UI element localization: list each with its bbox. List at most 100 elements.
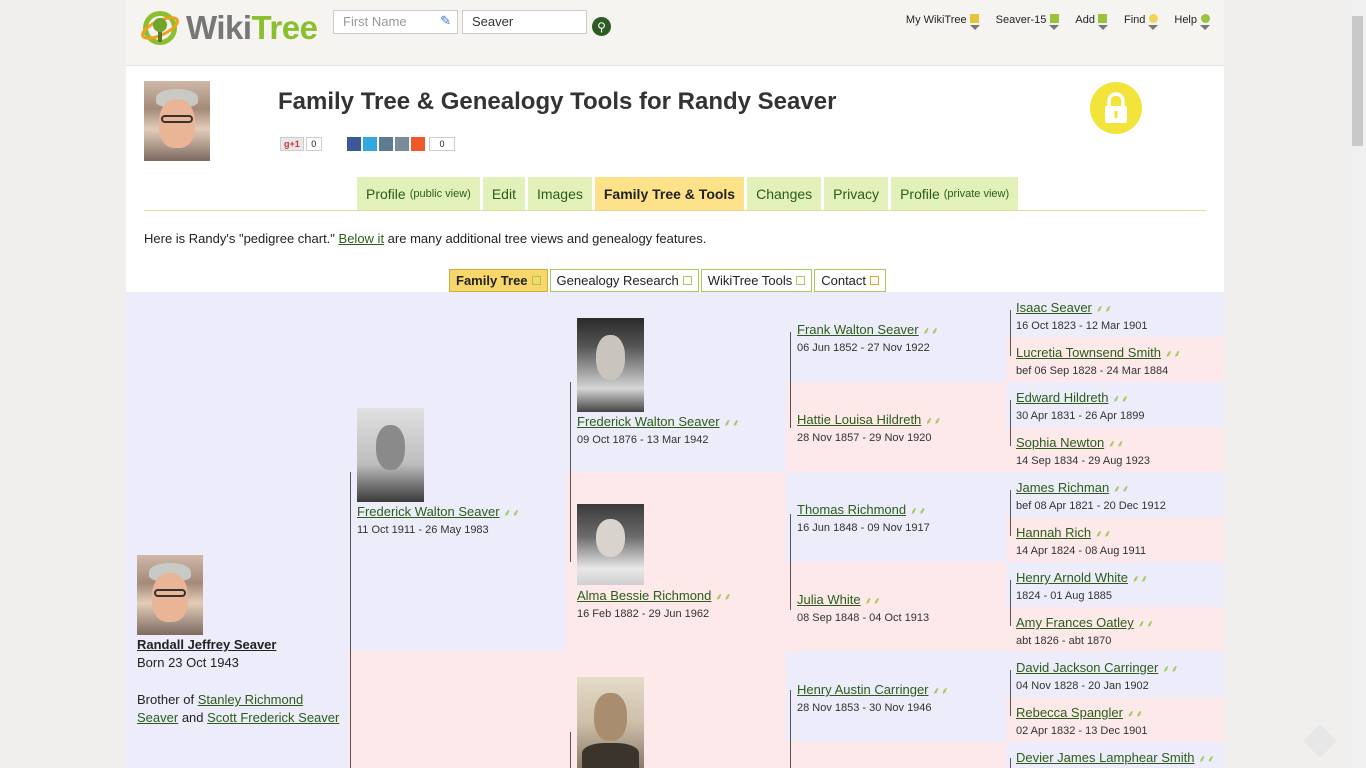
tree-icons[interactable]: ⸙⸙ — [1113, 481, 1130, 495]
intro-text: Here is Randy's "pedigree chart." Below … — [144, 231, 707, 246]
tree-icons[interactable]: ⸙⸙ — [1095, 526, 1112, 540]
root-person: Randall Jeffrey Seaver Born 23 Oct 1943 … — [137, 637, 342, 727]
menu-add[interactable]: Add — [1075, 14, 1108, 30]
person-name-link[interactable]: Alma Bessie Richmond — [577, 588, 711, 603]
tree-icons[interactable]: ⸙⸙ — [1113, 391, 1130, 405]
tree-icons[interactable]: ⸙⸙ — [1108, 436, 1125, 450]
tree-icons[interactable]: ⸙⸙ — [1162, 661, 1179, 675]
gg-grandparent: David Jackson Carringer ⸙⸙ 04 Nov 1828 - … — [1016, 659, 1179, 692]
tree-icons[interactable]: ⸙⸙ — [925, 413, 942, 427]
father-photo[interactable] — [357, 408, 424, 502]
person-name-link[interactable]: David Jackson Carringer — [1016, 660, 1158, 675]
subtab-family-tree[interactable]: Family Tree — [449, 269, 548, 292]
person-dates: 09 Oct 1876 - 13 Mar 1942 — [577, 434, 709, 446]
subtab-contact[interactable]: Contact — [814, 269, 887, 292]
subtab-genealogy-research[interactable]: Genealogy Research — [549, 269, 699, 292]
person-name-link[interactable]: Amy Frances Oatley — [1016, 615, 1134, 630]
person-dates: 04 Nov 1828 - 20 Jan 1902 — [1016, 680, 1149, 692]
tree-icons[interactable]: ⸙⸙ — [1165, 346, 1182, 360]
below-it-link[interactable]: Below it — [339, 231, 385, 246]
gg-grandparent: Lucretia Townsend Smith ⸙⸙ bef 06 Sep 182… — [1016, 344, 1182, 377]
sibling-link[interactable]: Scott Frederick Seaver — [207, 710, 339, 725]
tree-icons[interactable]: ⸙⸙ — [504, 505, 521, 519]
scroll-to-top-icon[interactable] — [1303, 724, 1337, 758]
first-name-input[interactable]: First Name ✎ — [333, 10, 458, 34]
privacy-lock-icon[interactable] — [1090, 82, 1142, 134]
person-name-link[interactable]: Lucretia Townsend Smith — [1016, 345, 1161, 360]
facebook-icon[interactable] — [347, 136, 361, 151]
tab-edit[interactable]: Edit — [482, 177, 525, 211]
menu-help[interactable]: Help — [1174, 14, 1210, 30]
subtab-wikitree-tools[interactable]: WikiTree Tools — [700, 269, 813, 292]
paternal-grandmother-photo[interactable] — [577, 504, 644, 585]
root-person-born: Born 23 Oct 1943 — [137, 655, 239, 670]
person-name-link[interactable]: Frederick Walton Seaver — [357, 504, 500, 519]
menu-my-wikitree[interactable]: My WikiTree — [906, 14, 980, 30]
person-name-link[interactable]: Edward Hildreth — [1016, 390, 1109, 405]
gg-grandparent: Isaac Seaver ⸙⸙ 16 Oct 1823 - 12 Mar 1901 — [1016, 299, 1147, 332]
person-dates: 30 Apr 1831 - 26 Apr 1899 — [1016, 410, 1145, 422]
person-name-link[interactable]: Hannah Rich — [1016, 525, 1091, 540]
tree-icons[interactable]: ⸙⸙ — [923, 323, 940, 337]
tree-icons[interactable]: ⸙⸙ — [715, 589, 732, 603]
person-name-link[interactable]: Rebecca Spangler — [1016, 705, 1123, 720]
tree-icons[interactable]: ⸙⸙ — [1127, 706, 1144, 720]
tree-icons[interactable]: ⸙⸙ — [865, 593, 882, 607]
person-name-link[interactable]: James Richman — [1016, 480, 1109, 495]
email-icon[interactable] — [379, 136, 393, 151]
expand-icon — [682, 276, 692, 285]
tab-family-tree-tools[interactable]: Family Tree & Tools — [594, 177, 745, 211]
tree-icons[interactable]: ⸙⸙ — [1132, 571, 1149, 585]
person-name-link[interactable]: Henry Arnold White — [1016, 570, 1128, 585]
person-dates: bef 06 Sep 1828 - 24 Mar 1884 — [1016, 365, 1169, 377]
maternal-grandfather-photo[interactable] — [577, 677, 644, 768]
search-button[interactable]: ⚲ — [592, 17, 611, 36]
tab-profile-private[interactable]: Profile (private view) — [891, 177, 1019, 211]
tab-images[interactable]: Images — [527, 177, 592, 211]
expand-icon — [796, 276, 806, 285]
tree-icons[interactable]: ⸙⸙ — [933, 683, 950, 697]
person-dates: 08 Sep 1848 - 04 Oct 1913 — [797, 612, 930, 624]
tree-icons[interactable]: ⸙⸙ — [1138, 616, 1155, 630]
person-name-link[interactable]: Isaac Seaver — [1016, 300, 1092, 315]
person-dates: 16 Jun 1848 - 09 Nov 1917 — [797, 522, 930, 534]
person-name-link[interactable]: Julia White — [797, 592, 861, 607]
gplus-share[interactable]: g+1 0 — [280, 136, 322, 151]
last-name-input[interactable]: Seaver — [462, 10, 587, 34]
tree-icons[interactable]: ⸙⸙ — [910, 503, 927, 517]
wikitree-logo[interactable]: WikiTree — [138, 8, 318, 48]
twitter-icon[interactable] — [363, 136, 377, 151]
page: WikiTree First Name ✎ Seaver ⚲ My WikiTr… — [126, 0, 1224, 768]
menu-find[interactable]: Find — [1124, 14, 1159, 30]
person-name-link[interactable]: Frank Walton Seaver — [797, 322, 919, 337]
paternal-grandfather-photo[interactable] — [577, 318, 644, 412]
print-icon[interactable] — [395, 136, 409, 151]
scrollbar-thumb[interactable] — [1352, 16, 1363, 146]
tree-icons[interactable]: ⸙⸙ — [724, 415, 741, 429]
tab-profile-public[interactable]: Profile (public view) — [357, 177, 480, 211]
person-name-link[interactable]: Frederick Walton Seaver — [577, 414, 720, 429]
person-name-link[interactable]: Devier James Lamphear Smith — [1016, 750, 1194, 765]
vertical-scrollbar[interactable] — [1350, 0, 1366, 768]
magnifier-icon — [1148, 14, 1159, 30]
menu-profile-id[interactable]: Seaver-15 — [996, 14, 1060, 30]
person-name-link[interactable]: Henry Austin Carringer — [797, 682, 929, 697]
person-dates: 16 Oct 1823 - 12 Mar 1901 — [1016, 320, 1148, 332]
tab-privacy[interactable]: Privacy — [824, 177, 889, 211]
tree-icons[interactable]: ⸙⸙ — [1198, 751, 1215, 765]
share-count: 0 — [429, 136, 455, 151]
person-name-link[interactable]: Hattie Louisa Hildreth — [797, 412, 921, 427]
tab-changes[interactable]: Changes — [747, 177, 822, 211]
root-person-photo[interactable] — [137, 555, 203, 635]
root-person-name[interactable]: Randall Jeffrey Seaver — [137, 637, 342, 652]
person-name-link[interactable]: Thomas Richmond — [797, 502, 906, 517]
profile-photo[interactable] — [144, 81, 210, 161]
plus-icon — [1097, 14, 1108, 30]
great-grandparent: Julia White ⸙⸙ 08 Sep 1848 - 04 Oct 1913 — [797, 591, 929, 624]
profile-tabs: Profile (public view) Edit Images Family … — [357, 177, 1019, 211]
addthis-icon[interactable] — [411, 136, 425, 151]
gplus-icon[interactable]: g+1 — [280, 136, 304, 151]
person-name-link[interactable]: Sophia Newton — [1016, 435, 1104, 450]
tree-icons[interactable]: ⸙⸙ — [1096, 301, 1113, 315]
tree-logo-icon — [141, 11, 179, 45]
